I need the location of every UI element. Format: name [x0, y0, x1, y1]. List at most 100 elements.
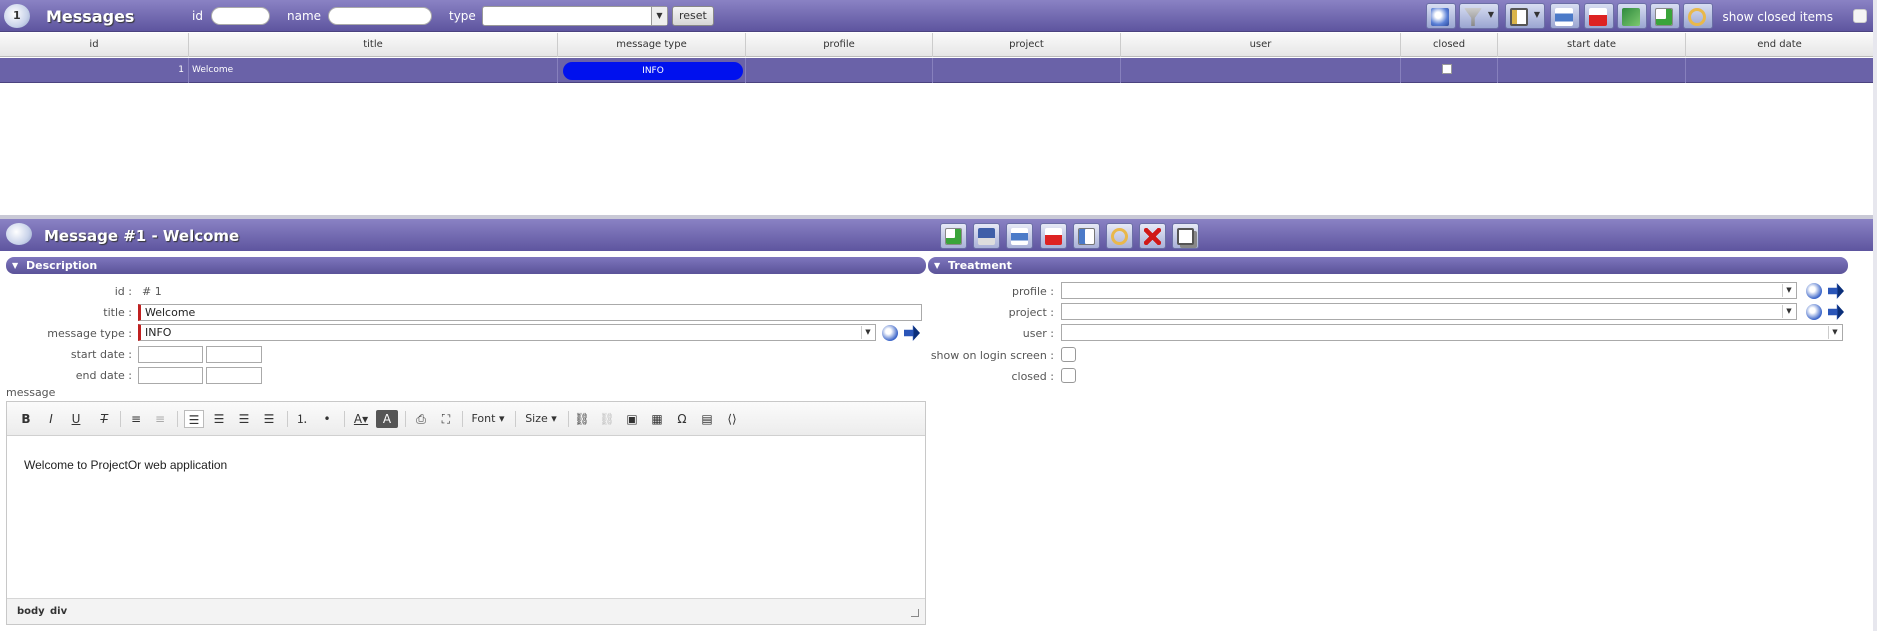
separator [177, 411, 178, 427]
id-label: id : [114, 285, 132, 298]
column-header-closed[interactable]: closed [1401, 33, 1498, 57]
column-header-id[interactable]: id [0, 33, 189, 57]
filter-type-select[interactable]: ▼ [482, 6, 668, 26]
excel-export-button[interactable] [1617, 3, 1647, 29]
search-icon [1431, 8, 1449, 26]
bullet-list-button[interactable]: • [318, 410, 336, 428]
show-closed-checkbox[interactable] [1853, 9, 1867, 23]
column-header-user[interactable]: user [1121, 33, 1401, 57]
resize-handle-icon[interactable] [911, 609, 919, 617]
column-header-profile[interactable]: profile [746, 33, 933, 57]
image-icon[interactable]: ▣ [623, 410, 641, 428]
align-left-button[interactable]: ☰ [184, 410, 204, 428]
new-item-button[interactable] [1650, 3, 1680, 29]
separator [405, 411, 406, 427]
maximize-icon[interactable]: ⛶ [437, 410, 455, 428]
column-header-title[interactable]: title [189, 33, 558, 57]
separator [344, 411, 345, 427]
pdf-icon [1589, 8, 1607, 26]
font-dropdown-label: Font [471, 412, 496, 425]
editor-content[interactable]: Welcome to ProjectOr web application [24, 458, 227, 472]
new-document-icon [1655, 8, 1673, 26]
refresh-button[interactable] [1106, 223, 1133, 249]
filter-id-input[interactable] [211, 7, 270, 25]
scrollbar[interactable] [1873, 0, 1877, 631]
multiple-windows-icon [1177, 228, 1194, 245]
multi-update-button[interactable] [1172, 223, 1199, 249]
italic-button[interactable]: I [43, 410, 59, 428]
align-center-button[interactable]: ☰ [210, 410, 228, 428]
justify-button[interactable]: ☰ [260, 410, 278, 428]
pdf-button[interactable] [1584, 3, 1614, 29]
copy-button[interactable] [1073, 223, 1100, 249]
cell-project [933, 58, 1121, 83]
font-dropdown[interactable]: Font ▾ [466, 410, 510, 428]
remove-format-button[interactable]: T [95, 410, 113, 428]
show-on-login-checkbox[interactable] [1061, 347, 1076, 362]
goto-arrow-icon[interactable] [1828, 283, 1844, 299]
reset-button[interactable]: reset [672, 6, 714, 26]
decrease-indent-button[interactable]: ≡ [127, 410, 145, 428]
column-header-message-type[interactable]: message type [558, 33, 746, 57]
end-time-input[interactable] [206, 367, 262, 384]
text-color-button[interactable]: A▾ [350, 410, 372, 428]
refresh-button[interactable] [1683, 3, 1713, 29]
column-header-project[interactable]: project [933, 33, 1121, 57]
filter-name-label: name [287, 9, 322, 23]
background-color-button[interactable]: A [376, 410, 398, 428]
messages-header-bar: 1 Messages id name type ▼ reset ▼ ▼ show… [0, 0, 1877, 32]
print-button[interactable] [1550, 3, 1580, 29]
title-input[interactable]: Welcome [138, 304, 922, 321]
save-button[interactable] [973, 223, 1000, 249]
link-icon[interactable]: ⛓ [573, 410, 591, 428]
chevron-down-icon: ▼ [651, 7, 667, 25]
bold-button[interactable]: B [18, 410, 34, 428]
path-body[interactable]: body [17, 606, 45, 617]
start-date-input[interactable] [138, 346, 203, 363]
source-icon[interactable]: ⟨⟩ [723, 410, 741, 428]
print-icon[interactable]: ⎙ [412, 410, 430, 428]
increase-indent-button[interactable]: ≡ [151, 410, 169, 428]
chevron-down-icon: ▼ [1782, 305, 1795, 318]
goto-arrow-icon[interactable] [904, 325, 920, 341]
closed-checkbox[interactable] [1061, 368, 1076, 383]
chevron-down-icon: ▼ [1487, 10, 1494, 19]
unlink-icon[interactable]: ⛓ [598, 410, 616, 428]
chevron-down-icon: ▼ [1828, 326, 1841, 339]
project-select[interactable]: ▼ [1061, 303, 1797, 320]
print-button[interactable] [1006, 223, 1033, 249]
search-icon[interactable] [882, 325, 898, 341]
goto-arrow-icon[interactable] [1828, 304, 1844, 320]
search-tool-button[interactable] [1426, 3, 1456, 29]
search-icon[interactable] [1806, 283, 1822, 299]
special-char-icon[interactable]: Ω [673, 410, 691, 428]
align-right-button[interactable]: ☰ [235, 410, 253, 428]
filter-tool-button[interactable]: ▼ [1459, 3, 1499, 29]
table-row[interactable]: 1 Welcome INFO [0, 58, 1873, 83]
pdf-button[interactable] [1040, 223, 1067, 249]
delete-button[interactable] [1139, 223, 1166, 249]
separator [568, 411, 569, 427]
numbered-list-button[interactable]: ⒈ [293, 410, 311, 428]
description-section-header[interactable]: ▼ Description [6, 257, 926, 274]
search-icon[interactable] [1806, 304, 1822, 320]
message-type-select[interactable]: INFO ▼ [138, 324, 876, 341]
user-select[interactable]: ▼ [1061, 324, 1843, 341]
chevron-down-icon: ▼ [1782, 284, 1795, 297]
size-dropdown[interactable]: Size ▾ [519, 410, 563, 428]
columns-tool-button[interactable]: ▼ [1505, 3, 1545, 29]
cell-start-date [1498, 58, 1686, 83]
new-button[interactable] [940, 223, 967, 249]
treatment-section-header[interactable]: ▼ Treatment [928, 257, 1848, 274]
end-date-input[interactable] [138, 367, 203, 384]
path-div[interactable]: div [50, 606, 67, 617]
column-header-end-date[interactable]: end date [1686, 33, 1873, 57]
filter-name-input[interactable] [328, 7, 432, 25]
detail-title: Message #1 - Welcome [44, 227, 240, 245]
column-header-start-date[interactable]: start date [1498, 33, 1686, 57]
profile-select[interactable]: ▼ [1061, 282, 1797, 299]
table-icon[interactable]: ▦ [648, 410, 666, 428]
start-time-input[interactable] [206, 346, 262, 363]
underline-button[interactable]: U [68, 410, 84, 428]
paste-icon[interactable]: ▤ [698, 410, 716, 428]
